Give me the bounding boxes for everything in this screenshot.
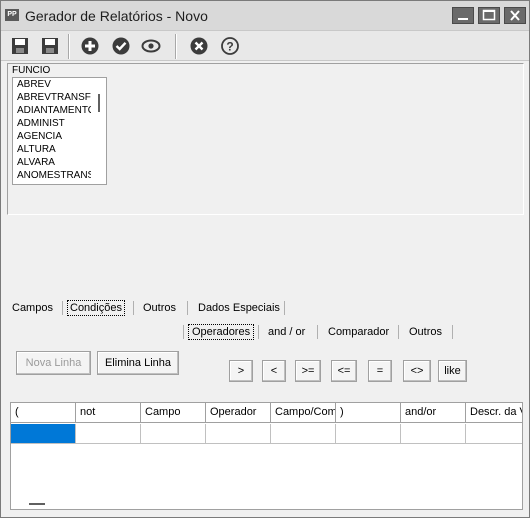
operator-like-button[interactable]: like: [438, 360, 467, 382]
add-icon: [81, 37, 99, 55]
list-item[interactable]: ABREVTRANSF: [13, 91, 91, 104]
title-bar: PP Gerador de Relatórios - Novo: [1, 1, 529, 31]
operator-lte-button[interactable]: <=: [331, 360, 357, 382]
column-header-descr-variavel[interactable]: Descr. da Variável: [466, 403, 522, 423]
tab-dados-especiais[interactable]: Dados Especiais: [198, 301, 280, 315]
tab-separator: [183, 325, 184, 339]
close-button[interactable]: [504, 7, 526, 24]
table-cell[interactable]: [206, 424, 271, 444]
table-cell[interactable]: [466, 424, 522, 444]
table-cell[interactable]: [141, 424, 206, 444]
tab-comparador[interactable]: Comparador: [328, 325, 389, 339]
table-cell-selected[interactable]: [11, 424, 76, 444]
add-button[interactable]: [79, 35, 101, 57]
toolbar: ?: [1, 31, 529, 61]
close-icon: [510, 10, 520, 21]
column-header-operador[interactable]: Operador: [206, 403, 271, 423]
operator-gte-button[interactable]: >=: [295, 360, 321, 382]
save-icon: [12, 38, 28, 54]
column-header-not[interactable]: not: [76, 403, 141, 423]
column-header-close-paren[interactable]: ): [336, 403, 401, 423]
save-as-icon: [42, 38, 58, 54]
tab-condicoes[interactable]: Condições: [67, 300, 125, 316]
minimize-icon: [458, 18, 468, 20]
tab-operadores[interactable]: Operadores: [188, 324, 255, 340]
save-as-button[interactable]: [39, 35, 61, 57]
minimize-button[interactable]: [452, 7, 474, 24]
report-generator-window: PP Gerador de Relatórios - Novo ? FUNCIO…: [0, 0, 530, 518]
tab-campos[interactable]: Campos: [12, 301, 53, 315]
tab-separator: [187, 301, 188, 315]
list-scrollbar[interactable]: [98, 94, 100, 112]
maximize-icon: [482, 9, 496, 21]
list-item[interactable]: AGENCIA: [13, 130, 91, 143]
list-item[interactable]: ABREV: [13, 78, 91, 91]
elimina-linha-button[interactable]: Elimina Linha: [97, 351, 179, 375]
field-listbox[interactable]: ABREV ABREVTRANSF ADIANTAMENTO ADMINIST …: [12, 77, 107, 185]
table-cell[interactable]: [271, 424, 336, 444]
check-icon: [112, 37, 130, 55]
column-header-and-or[interactable]: and/or: [401, 403, 466, 423]
toolbar-separator: [68, 34, 70, 59]
list-item[interactable]: ALTURA: [13, 143, 91, 156]
svg-text:?: ?: [226, 40, 233, 54]
list-item[interactable]: ALVARA: [13, 156, 91, 169]
operator-gt-button[interactable]: >: [229, 360, 253, 382]
operator-lt-button[interactable]: <: [262, 360, 286, 382]
preview-button[interactable]: [140, 35, 162, 57]
list-item[interactable]: ADMINIST: [13, 117, 91, 130]
list-item[interactable]: ADIANTAMENTO: [13, 104, 91, 117]
cancel-icon: [190, 37, 208, 55]
tab-outros[interactable]: Outros: [143, 301, 176, 315]
app-icon: PP: [5, 9, 19, 21]
save-button[interactable]: [9, 35, 31, 57]
nova-linha-button[interactable]: Nova Linha: [16, 351, 91, 375]
column-header-campo[interactable]: Campo: [141, 403, 206, 423]
operator-eq-button[interactable]: =: [368, 360, 392, 382]
toolbar-separator: [175, 34, 177, 59]
cancel-button[interactable]: [188, 35, 210, 57]
table-cell[interactable]: [401, 424, 466, 444]
tab-separator: [62, 301, 63, 315]
table-cell[interactable]: [336, 424, 401, 444]
window-title: Gerador de Relatórios - Novo: [25, 8, 208, 24]
tab-separator: [284, 301, 285, 315]
list-item[interactable]: ANOMESTRANSF: [13, 169, 91, 182]
grid-scrollbar[interactable]: [29, 503, 45, 505]
tab-separator: [398, 325, 399, 339]
column-header-open-paren[interactable]: (: [11, 403, 76, 423]
tab-separator: [258, 325, 259, 339]
column-header-campo-comparador[interactable]: Campo/Comparador: [271, 403, 336, 423]
help-button[interactable]: ?: [219, 35, 241, 57]
table-cell[interactable]: [76, 424, 141, 444]
tab-separator: [317, 325, 318, 339]
help-icon: ?: [221, 37, 239, 55]
tab-separator: [133, 301, 134, 315]
operator-neq-button[interactable]: <>: [403, 360, 431, 382]
maximize-button[interactable]: [478, 7, 500, 24]
tab-separator: [452, 325, 453, 339]
tab-and-or[interactable]: and / or: [268, 325, 305, 339]
tab-outros-sub[interactable]: Outros: [409, 325, 442, 339]
confirm-button[interactable]: [110, 35, 132, 57]
table-name: FUNCIO: [12, 65, 51, 76]
view-icon: [141, 39, 161, 53]
conditions-grid[interactable]: ( not Campo Operador Campo/Comparador ) …: [10, 402, 523, 510]
